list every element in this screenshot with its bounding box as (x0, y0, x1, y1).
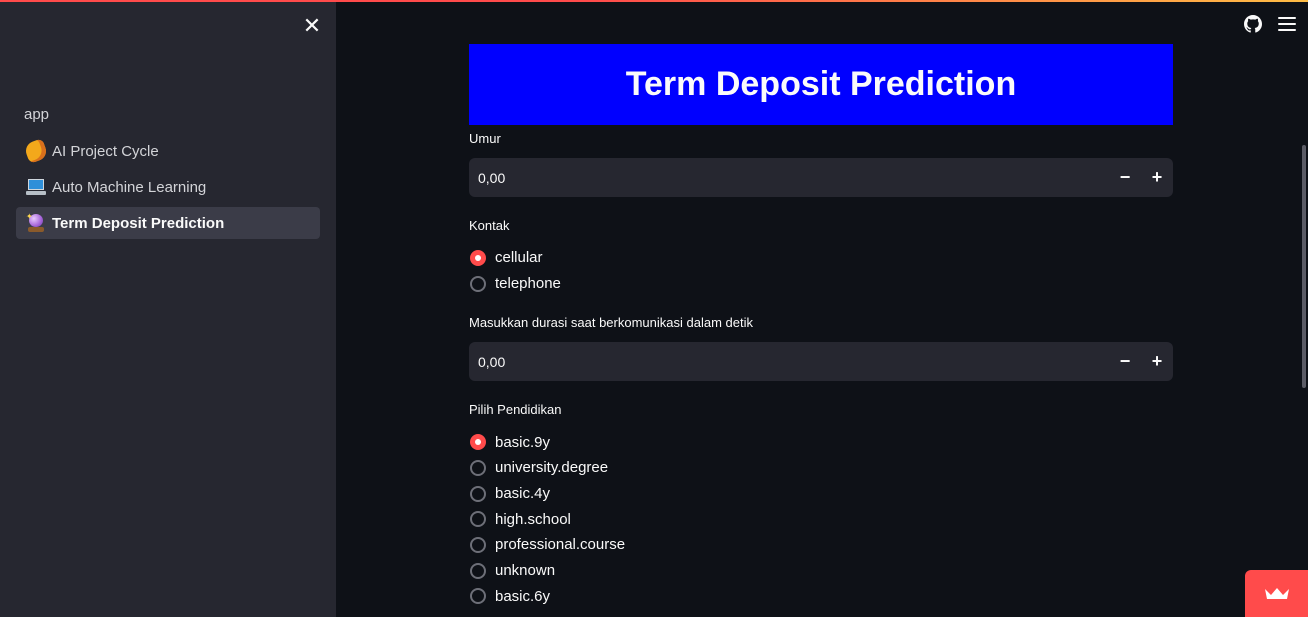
radio-option-label: basic.6y (495, 587, 551, 605)
hamburger-menu-icon[interactable] (1278, 17, 1296, 31)
radio-unchecked-icon (470, 459, 486, 476)
page-title: Term Deposit Prediction (625, 65, 1017, 103)
crown-icon (1264, 587, 1289, 599)
laptop-emoji-icon (26, 177, 46, 197)
radio-option-basic-6y[interactable]: basic.6y (469, 584, 1173, 610)
pendidikan-label: Pilih Pendidikan (469, 402, 562, 418)
umur-label: Umur (469, 131, 501, 146)
sidebar: ✕ app AI Project Cycle Auto Machine Lear… (0, 0, 336, 617)
radio-option-basic-9y[interactable]: basic.9y (469, 429, 1173, 455)
radio-option-label: cellular (495, 249, 543, 267)
sidebar-app-label: app (24, 106, 50, 123)
radio-unchecked-icon (470, 275, 486, 292)
radio-unchecked-icon (470, 562, 486, 579)
radio-option-university-degree[interactable]: university.degree (469, 455, 1173, 481)
radio-option-professional-course[interactable]: professional.course (469, 532, 1173, 558)
title-banner: Term Deposit Prediction (469, 44, 1173, 125)
durasi-number-input: − + (469, 341, 1173, 383)
header-toolbar (1244, 15, 1296, 33)
radio-option-label: high.school (495, 510, 571, 528)
top-decoration-line (0, 0, 1308, 2)
radio-option-label: professional.course (495, 536, 626, 554)
umur-number-input: − + (469, 157, 1173, 198)
streamlit-badge[interactable] (1245, 570, 1308, 617)
radio-option-basic-4y[interactable]: basic.4y (469, 481, 1173, 507)
project-cycle-emoji-icon (23, 138, 49, 164)
umur-input[interactable] (469, 157, 1109, 198)
kontak-radio-group: cellular telephone (469, 245, 1173, 296)
page-scrollbar[interactable] (1302, 145, 1306, 388)
durasi-label: Masukkan durasi saat berkomunikasi dalam… (469, 315, 753, 331)
radio-unchecked-icon (470, 588, 486, 605)
radio-checked-icon (470, 434, 486, 451)
radio-option-cellular[interactable]: cellular (469, 245, 1173, 271)
radio-checked-icon (470, 249, 486, 266)
sidebar-item-auto-machine-learning[interactable]: Auto Machine Learning (16, 171, 320, 203)
durasi-increment-button[interactable]: + (1141, 342, 1173, 381)
radio-unchecked-icon (470, 536, 486, 553)
sidebar-item-ai-project-cycle[interactable]: AI Project Cycle (16, 135, 320, 167)
durasi-input[interactable] (469, 341, 1109, 383)
close-sidebar-button[interactable]: ✕ (301, 15, 323, 37)
radio-option-label: telephone (495, 275, 561, 293)
radio-option-label: basic.4y (495, 485, 551, 503)
pendidikan-radio-group: basic.9y university.degree basic.4y high… (469, 429, 1173, 609)
umur-decrement-button[interactable]: − (1109, 158, 1141, 197)
crystal-ball-emoji-icon: ✦ (26, 213, 46, 233)
sidebar-item-label: AI Project Cycle (52, 142, 159, 160)
radio-option-unknown[interactable]: unknown (469, 558, 1173, 584)
sidebar-nav: AI Project Cycle Auto Machine Learning ✦… (16, 135, 320, 243)
radio-option-label: unknown (495, 562, 556, 580)
main-content: Term Deposit Prediction Umur − + Kontak … (469, 44, 1173, 609)
umur-increment-button[interactable]: + (1141, 158, 1173, 197)
radio-option-label: university.degree (495, 459, 609, 477)
github-icon[interactable] (1244, 15, 1262, 33)
radio-unchecked-icon (470, 485, 486, 502)
radio-option-high-school[interactable]: high.school (469, 506, 1173, 532)
sidebar-item-label: Auto Machine Learning (52, 178, 207, 196)
radio-option-telephone[interactable]: telephone (469, 271, 1173, 297)
durasi-decrement-button[interactable]: − (1109, 342, 1141, 381)
sidebar-item-term-deposit-prediction[interactable]: ✦ Term Deposit Prediction (16, 207, 320, 239)
radio-option-label: basic.9y (495, 433, 551, 451)
radio-unchecked-icon (470, 511, 486, 528)
sidebar-item-label: Term Deposit Prediction (52, 214, 225, 232)
kontak-label: Kontak (469, 218, 510, 233)
